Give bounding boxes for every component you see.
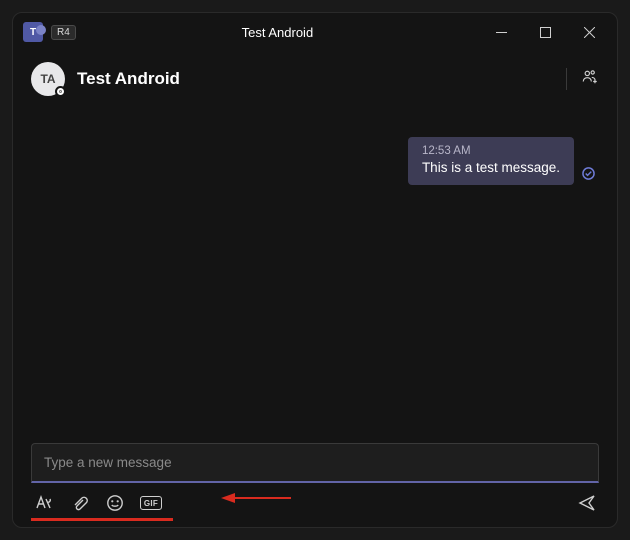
add-people-button[interactable] bbox=[581, 68, 599, 91]
window-buttons bbox=[479, 17, 611, 47]
read-receipt-icon bbox=[582, 167, 595, 185]
add-people-icon bbox=[581, 68, 599, 86]
gif-icon: GIF bbox=[140, 496, 162, 510]
emoji-icon bbox=[106, 494, 124, 512]
send-button[interactable] bbox=[577, 493, 597, 513]
message-bubble[interactable]: 12:53 AM This is a test message. bbox=[408, 137, 574, 185]
message-list: 12:53 AM This is a test message. bbox=[13, 107, 617, 443]
format-button[interactable] bbox=[33, 493, 53, 513]
titlebar-left: T R4 bbox=[23, 22, 76, 42]
avatar-initials: TA bbox=[40, 72, 55, 86]
window-title: Test Android bbox=[76, 25, 479, 40]
annotation-underline bbox=[31, 518, 173, 521]
emoji-button[interactable] bbox=[105, 493, 125, 513]
minimize-icon bbox=[496, 27, 507, 38]
composer-area: GIF bbox=[13, 443, 617, 527]
minimize-button[interactable] bbox=[479, 17, 523, 47]
format-icon bbox=[34, 494, 52, 512]
window-badge: R4 bbox=[51, 25, 76, 40]
presence-indicator-icon bbox=[55, 86, 66, 97]
divider bbox=[566, 68, 567, 90]
chat-header: TA Test Android bbox=[13, 51, 617, 107]
close-icon bbox=[584, 27, 595, 38]
message-time: 12:53 AM bbox=[422, 145, 560, 157]
title-bar: T R4 Test Android bbox=[13, 13, 617, 51]
app-window: T R4 Test Android TA Test Android bbox=[12, 12, 618, 528]
maximize-icon bbox=[540, 27, 551, 38]
teams-logo-icon: T bbox=[23, 22, 43, 42]
avatar[interactable]: TA bbox=[31, 62, 65, 96]
chat-name: Test Android bbox=[77, 69, 554, 89]
message-composer[interactable] bbox=[31, 443, 599, 483]
message-input[interactable] bbox=[44, 455, 586, 470]
message-text: This is a test message. bbox=[422, 160, 560, 175]
composer-toolbar: GIF bbox=[31, 483, 599, 513]
maximize-button[interactable] bbox=[523, 17, 567, 47]
message-row: 12:53 AM This is a test message. bbox=[408, 137, 595, 185]
close-button[interactable] bbox=[567, 17, 611, 47]
attach-icon bbox=[70, 494, 88, 512]
annotation-arrow-icon bbox=[221, 491, 291, 505]
attach-button[interactable] bbox=[69, 493, 89, 513]
send-icon bbox=[577, 493, 597, 513]
gif-button[interactable]: GIF bbox=[141, 493, 161, 513]
header-actions bbox=[566, 68, 599, 91]
